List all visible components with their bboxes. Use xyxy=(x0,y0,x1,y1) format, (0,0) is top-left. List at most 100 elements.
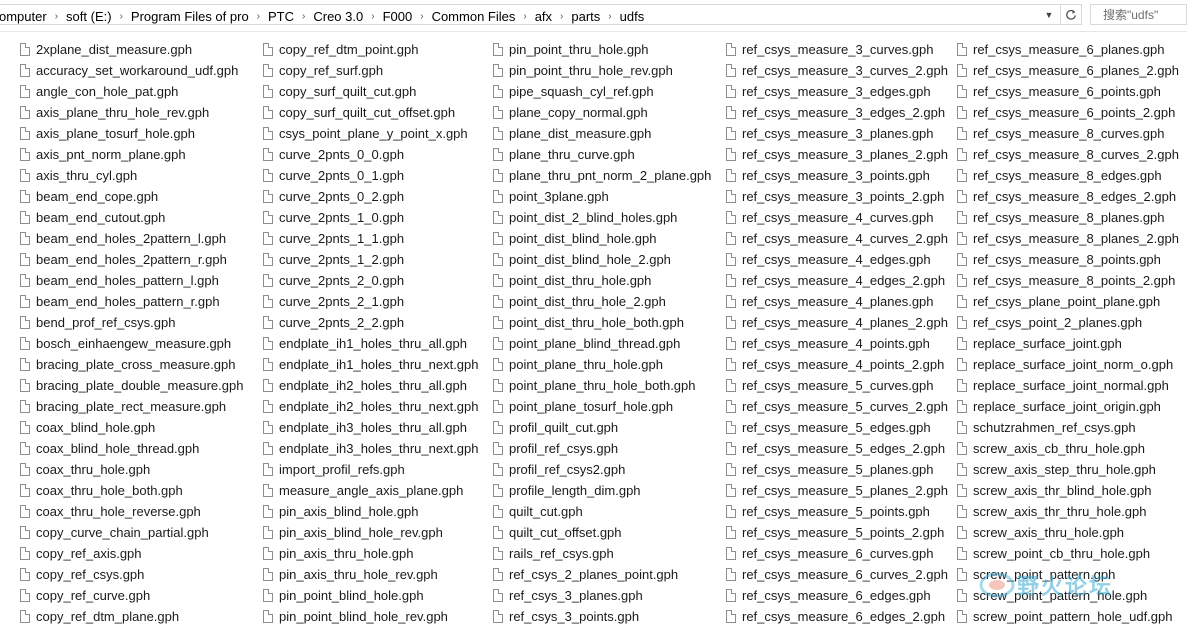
file-item[interactable]: point_dist_thru_hole_both.gph xyxy=(493,312,711,333)
file-item[interactable]: profil_ref_csys2.gph xyxy=(493,459,711,480)
breadcrumb-separator-icon[interactable]: › xyxy=(253,11,264,22)
file-item[interactable]: pin_axis_blind_hole.gph xyxy=(263,501,479,522)
file-item[interactable]: ref_csys_2_planes_point.gph xyxy=(493,564,711,585)
file-item[interactable]: import_profil_refs.gph xyxy=(263,459,479,480)
file-item[interactable]: curve_2pnts_2_1.gph xyxy=(263,291,479,312)
search-input[interactable] xyxy=(1091,5,1186,24)
file-item[interactable]: coax_thru_hole_both.gph xyxy=(20,480,243,501)
breadcrumb-separator-icon[interactable]: › xyxy=(367,11,378,22)
file-item[interactable]: ref_csys_measure_3_points_2.gph xyxy=(726,186,948,207)
file-item[interactable]: ref_csys_measure_8_edges.gph xyxy=(957,165,1179,186)
file-item[interactable]: ref_csys_measure_6_curves.gph xyxy=(726,543,948,564)
file-item[interactable]: plane_thru_curve.gph xyxy=(493,144,711,165)
file-item[interactable]: ref_csys_measure_6_planes_2.gph xyxy=(957,60,1179,81)
breadcrumb-separator-icon[interactable]: › xyxy=(604,11,615,22)
file-item[interactable]: profile_length_dim.gph xyxy=(493,480,711,501)
file-item[interactable]: ref_csys_measure_8_points.gph xyxy=(957,249,1179,270)
file-item[interactable]: ref_csys_measure_5_points.gph xyxy=(726,501,948,522)
file-item[interactable]: copy_ref_surf.gph xyxy=(263,60,479,81)
file-item[interactable]: endplate_ih2_holes_thru_next.gph xyxy=(263,396,479,417)
breadcrumb-item[interactable]: Program Files of pro xyxy=(127,9,253,24)
file-item[interactable]: ref_csys_measure_5_curves.gph xyxy=(726,375,948,396)
breadcrumb-item[interactable]: udfs xyxy=(616,9,649,24)
file-item[interactable]: ref_csys_measure_3_planes.gph xyxy=(726,123,948,144)
file-item[interactable]: ref_csys_measure_8_edges_2.gph xyxy=(957,186,1179,207)
breadcrumb-item[interactable]: Creo 3.0 xyxy=(309,9,367,24)
file-item[interactable]: replace_surface_joint.gph xyxy=(957,333,1179,354)
file-item[interactable]: ref_csys_measure_5_planes.gph xyxy=(726,459,948,480)
file-item[interactable]: curve_2pnts_0_1.gph xyxy=(263,165,479,186)
file-item[interactable]: point_dist_thru_hole.gph xyxy=(493,270,711,291)
file-item[interactable]: pin_axis_thru_hole.gph xyxy=(263,543,479,564)
file-item[interactable]: ref_csys_measure_3_points.gph xyxy=(726,165,948,186)
file-item[interactable]: endplate_ih3_holes_thru_next.gph xyxy=(263,438,479,459)
file-item[interactable]: curve_2pnts_1_2.gph xyxy=(263,249,479,270)
breadcrumb-item[interactable]: F000 xyxy=(379,9,417,24)
file-item[interactable]: ref_csys_measure_4_points.gph xyxy=(726,333,948,354)
file-item[interactable]: ref_csys_measure_6_edges_2.gph xyxy=(726,606,948,627)
file-item[interactable]: beam_end_holes_2pattern_l.gph xyxy=(20,228,243,249)
file-item[interactable]: ref_csys_measure_3_edges.gph xyxy=(726,81,948,102)
file-item[interactable]: pin_point_thru_hole.gph xyxy=(493,39,711,60)
file-item[interactable]: copy_surf_quilt_cut.gph xyxy=(263,81,479,102)
address-bar[interactable]: omputer › soft (E:) › Program Files of pro › P… xyxy=(0,4,1082,25)
file-item[interactable]: ref_csys_measure_8_points_2.gph xyxy=(957,270,1179,291)
breadcrumb-separator-icon[interactable]: › xyxy=(556,11,567,22)
file-item[interactable]: ref_csys_measure_5_points_2.gph xyxy=(726,522,948,543)
file-item[interactable]: profil_ref_csys.gph xyxy=(493,438,711,459)
file-item[interactable]: profil_quilt_cut.gph xyxy=(493,417,711,438)
file-item[interactable]: copy_ref_axis.gph xyxy=(20,543,243,564)
file-item[interactable]: pin_axis_thru_hole_rev.gph xyxy=(263,564,479,585)
file-item[interactable]: point_3plane.gph xyxy=(493,186,711,207)
file-item[interactable]: ref_csys_measure_4_edges.gph xyxy=(726,249,948,270)
file-item[interactable]: ref_csys_measure_5_planes_2.gph xyxy=(726,480,948,501)
file-item[interactable]: screw_axis_thru_hole.gph xyxy=(957,522,1179,543)
file-item[interactable]: point_plane_tosurf_hole.gph xyxy=(493,396,711,417)
file-item[interactable]: point_dist_blind_hole.gph xyxy=(493,228,711,249)
file-item[interactable]: bosch_einhaengew_measure.gph xyxy=(20,333,243,354)
file-item[interactable]: ref_csys_measure_6_edges.gph xyxy=(726,585,948,606)
breadcrumb-separator-icon[interactable]: › xyxy=(298,11,309,22)
file-item[interactable]: axis_pnt_norm_plane.gph xyxy=(20,144,243,165)
file-item[interactable]: quilt_cut_offset.gph xyxy=(493,522,711,543)
breadcrumb-item[interactable]: parts xyxy=(567,9,604,24)
file-item[interactable]: schutzrahmen_ref_csys.gph xyxy=(957,417,1179,438)
file-item[interactable]: screw_axis_thr_thru_hole.gph xyxy=(957,501,1179,522)
refresh-button[interactable] xyxy=(1060,5,1081,24)
file-item[interactable]: screw_axis_step_thru_hole.gph xyxy=(957,459,1179,480)
file-item[interactable]: coax_blind_hole_thread.gph xyxy=(20,438,243,459)
file-item[interactable]: ref_csys_measure_5_edges_2.gph xyxy=(726,438,948,459)
file-item[interactable]: replace_surface_joint_normal.gph xyxy=(957,375,1179,396)
file-item[interactable]: measure_angle_axis_plane.gph xyxy=(263,480,479,501)
file-item[interactable]: ref_csys_measure_4_curves.gph xyxy=(726,207,948,228)
file-item[interactable]: replace_surface_joint_norm_o.gph xyxy=(957,354,1179,375)
file-item[interactable]: ref_csys_measure_3_edges_2.gph xyxy=(726,102,948,123)
file-item[interactable]: screw_axis_thr_blind_hole.gph xyxy=(957,480,1179,501)
file-item[interactable]: screw_axis_cb_thru_hole.gph xyxy=(957,438,1179,459)
file-item[interactable]: accuracy_set_workaround_udf.gph xyxy=(20,60,243,81)
file-item[interactable]: axis_plane_tosurf_hole.gph xyxy=(20,123,243,144)
file-item[interactable]: ref_csys_measure_3_planes_2.gph xyxy=(726,144,948,165)
file-item[interactable]: bend_prof_ref_csys.gph xyxy=(20,312,243,333)
breadcrumb-separator-icon[interactable]: › xyxy=(519,11,530,22)
file-item[interactable]: quilt_cut.gph xyxy=(493,501,711,522)
file-item[interactable]: ref_csys_measure_5_curves_2.gph xyxy=(726,396,948,417)
file-item[interactable]: rails_ref_csys.gph xyxy=(493,543,711,564)
file-item[interactable]: ref_csys_measure_5_edges.gph xyxy=(726,417,948,438)
file-item[interactable]: endplate_ih2_holes_thru_all.gph xyxy=(263,375,479,396)
file-item[interactable]: curve_2pnts_1_0.gph xyxy=(263,207,479,228)
file-item[interactable]: plane_thru_pnt_norm_2_plane.gph xyxy=(493,165,711,186)
file-item[interactable]: pin_point_blind_hole.gph xyxy=(263,585,479,606)
file-item[interactable]: curve_2pnts_0_2.gph xyxy=(263,186,479,207)
file-item[interactable]: coax_thru_hole.gph xyxy=(20,459,243,480)
file-item[interactable]: ref_csys_measure_8_curves.gph xyxy=(957,123,1179,144)
file-item[interactable]: beam_end_holes_pattern_l.gph xyxy=(20,270,243,291)
file-item[interactable]: coax_thru_hole_reverse.gph xyxy=(20,501,243,522)
file-item[interactable]: replace_surface_joint_origin.gph xyxy=(957,396,1179,417)
file-item[interactable]: ref_csys_measure_6_points_2.gph xyxy=(957,102,1179,123)
file-item[interactable]: copy_surf_quilt_cut_offset.gph xyxy=(263,102,479,123)
file-item[interactable]: beam_end_holes_pattern_r.gph xyxy=(20,291,243,312)
file-item[interactable]: ref_csys_3_planes.gph xyxy=(493,585,711,606)
file-item[interactable]: copy_curve_chain_partial.gph xyxy=(20,522,243,543)
breadcrumb-separator-icon[interactable]: › xyxy=(416,11,427,22)
